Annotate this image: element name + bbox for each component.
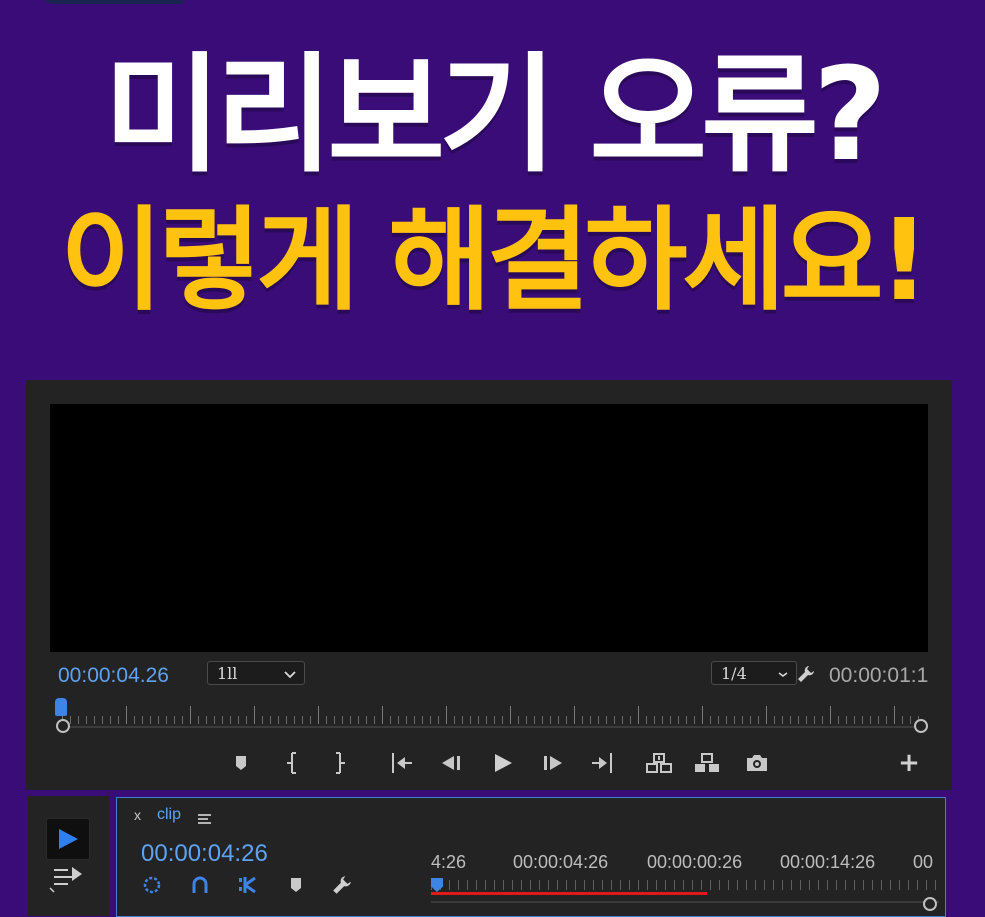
timeline-panel: x clip 00:00:04:26 4:26 00:00:04:26 00:0…	[116, 797, 946, 917]
add-marker-icon[interactable]	[226, 748, 256, 778]
export-frame-camera-icon[interactable]	[742, 748, 772, 778]
ruler-label: 00:00:00:26	[647, 852, 743, 872]
program-monitor-panel: 00:00:04.26 1ll 1/4 00:00:01:1 +	[26, 380, 952, 790]
timeline-scrollbar-handle[interactable]	[923, 897, 937, 911]
headline-title: 미리보기 오류?	[103, 41, 887, 190]
ruler-label: 4:26	[431, 852, 467, 872]
snap-magnet-icon[interactable]	[189, 874, 211, 896]
selection-tool-button[interactable]	[46, 818, 90, 860]
timeline-timecode[interactable]: 00:00:04:26	[141, 840, 268, 868]
headline-subtitle: 이렇게 해결하세요!	[60, 196, 929, 326]
selection-arrow-icon	[59, 829, 78, 849]
go-to-out-icon[interactable]	[588, 748, 618, 778]
timeline-ruler-labels: 4:26 00:00:04:26 00:00:00:26 00:00:14:26…	[431, 852, 941, 874]
mark-out-bracket-icon[interactable]	[324, 748, 354, 778]
chevron-down-icon	[778, 662, 788, 695]
go-to-in-icon[interactable]	[386, 748, 416, 778]
linked-selection-icon[interactable]	[237, 874, 259, 896]
current-timecode[interactable]: 00:00:04.26	[58, 664, 169, 688]
ruler-label: 00:00:04:26	[513, 852, 609, 872]
timeline-settings-wrench-icon[interactable]	[331, 874, 353, 896]
render-status-bar	[431, 892, 707, 895]
wrench-settings-icon[interactable]	[796, 664, 816, 684]
top-tab-decoration	[44, 0, 186, 4]
zoom-level-dropdown[interactable]: 1ll	[207, 661, 305, 685]
playhead-handle[interactable]	[55, 698, 67, 716]
chevron-down-icon	[284, 662, 296, 695]
monitor-zoom-scrollbar[interactable]	[62, 726, 922, 736]
timeline-time-ruler[interactable]	[431, 880, 939, 890]
sequence-tab-name[interactable]: clip	[157, 806, 181, 824]
duration-timecode: 00:00:01:1	[829, 664, 929, 687]
playback-resolution-dropdown[interactable]: 1/4	[711, 661, 797, 685]
monitor-ruler-major-ticks	[62, 706, 922, 724]
panel-menu-icon[interactable]	[197, 810, 212, 824]
nest-sequence-icon[interactable]	[141, 874, 163, 896]
timeline-toolbar	[141, 874, 361, 896]
button-editor-add-button[interactable]: +	[896, 750, 922, 776]
zoom-scrollbar-left-handle[interactable]	[56, 719, 70, 733]
lift-icon[interactable]	[644, 748, 674, 778]
close-sequence-button[interactable]: x	[134, 807, 141, 823]
zoom-level-value: 1ll	[217, 664, 238, 683]
transport-controls	[226, 748, 786, 778]
mark-in-bracket-icon[interactable]	[278, 748, 308, 778]
play-icon[interactable]	[488, 748, 518, 778]
step-back-icon[interactable]	[436, 748, 466, 778]
tools-panel	[28, 796, 109, 916]
video-preview[interactable]	[50, 404, 928, 652]
track-select-forward-icon	[49, 867, 82, 893]
zoom-scrollbar-right-handle[interactable]	[914, 719, 928, 733]
ruler-label: 00	[913, 852, 934, 872]
ruler-label: 00:00:14:26	[780, 852, 876, 872]
extract-icon[interactable]	[692, 748, 722, 778]
add-marker-icon[interactable]	[285, 874, 307, 896]
timeline-zoom-scrollbar[interactable]	[431, 901, 939, 903]
resolution-value: 1/4	[721, 664, 747, 683]
step-forward-icon[interactable]	[538, 748, 568, 778]
track-select-tool-button[interactable]	[48, 864, 88, 894]
